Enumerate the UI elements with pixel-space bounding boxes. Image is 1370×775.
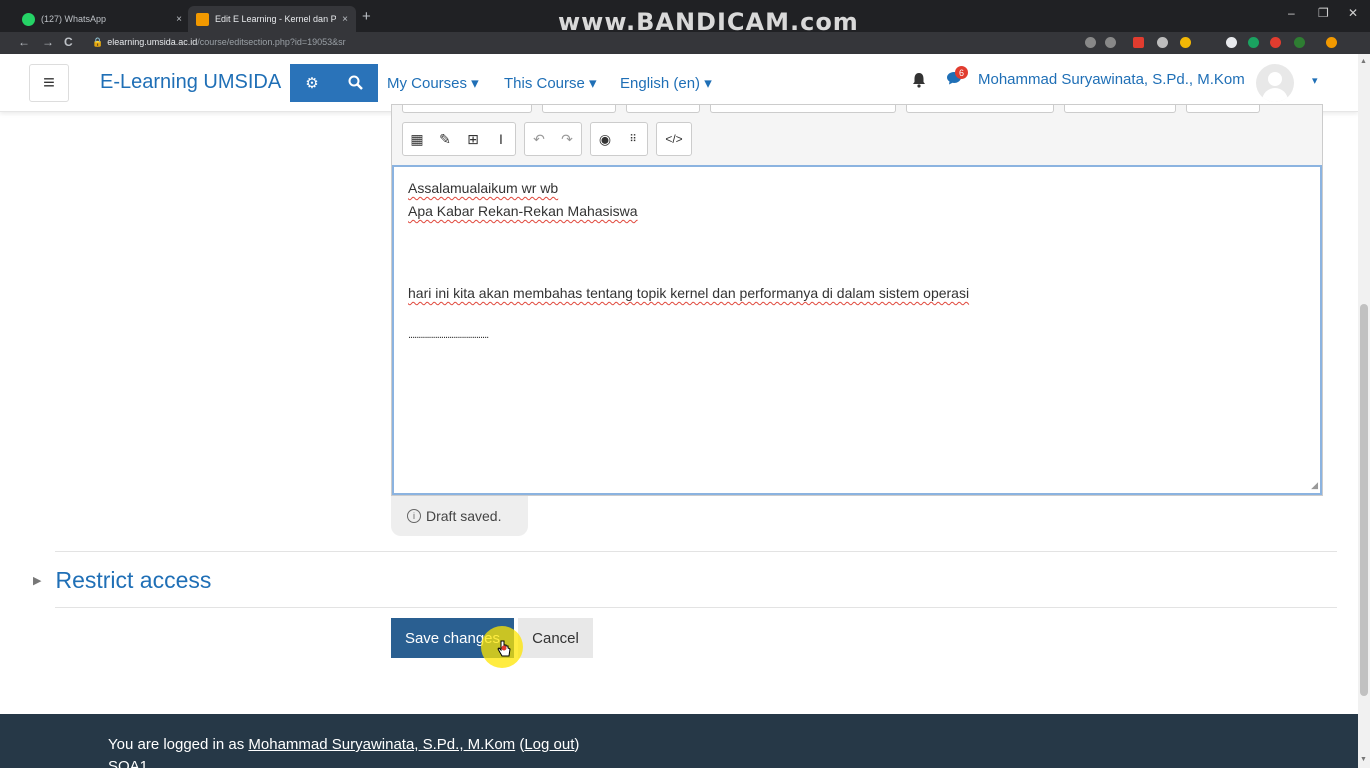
user-menu-name[interactable]: Mohammad Suryawinata, S.Pd., M.Kom <box>978 71 1245 88</box>
search-icon[interactable] <box>334 64 378 102</box>
nav-language[interactable]: English (en) ▾ <box>620 74 712 92</box>
undo-icon[interactable]: ↶ <box>525 123 553 155</box>
paren: ( <box>515 736 525 753</box>
toolbar-group: </> <box>656 122 692 156</box>
nav-my-courses[interactable]: My Courses ▾ <box>387 74 479 92</box>
notification-bell-icon[interactable] <box>912 72 926 93</box>
restrict-access-label: Restrict access <box>55 567 212 593</box>
divider <box>55 551 1337 552</box>
tab-label: Edit E Learning - Kernel dan Perfo <box>215 14 337 24</box>
text-cursor-icon[interactable]: I <box>487 123 515 155</box>
redo-icon[interactable]: ↷ <box>553 123 581 155</box>
cancel-button[interactable]: Cancel <box>518 618 593 658</box>
toolbar-row-partial <box>402 105 1260 113</box>
resize-handle-icon[interactable]: ◢ <box>1311 480 1318 491</box>
whatsapp-icon <box>22 12 35 26</box>
edit-icon[interactable]: ✎ <box>431 123 459 155</box>
footer-user-link[interactable]: Mohammad Suryawinata, S.Pd., M.Kom <box>248 736 515 753</box>
hand-cursor-icon <box>497 640 511 662</box>
nav-this-course[interactable]: This Course ▾ <box>504 74 597 92</box>
scroll-down-icon[interactable]: ▼ <box>1360 756 1367 763</box>
browser-tab-strip: (127) WhatsApp × Edit E Learning - Kerne… <box>0 0 1370 36</box>
editor-line: ....................................... <box>408 329 489 341</box>
browser-address-bar: ← → C 🔒 elearning.umsida.ac.id/course/edi… <box>0 32 1370 54</box>
moodle-icon <box>196 12 209 26</box>
toolbar-group: ◉ ⠿ <box>590 122 648 156</box>
login-info-prefix: You are logged in as <box>108 736 249 753</box>
calendar-icon[interactable]: ▦ <box>403 123 431 155</box>
editor-line: hari ini kita akan membahas tentang topi… <box>408 285 970 301</box>
url-host: elearning.umsida.ac.id <box>107 37 198 47</box>
url-field[interactable]: 🔒 elearning.umsida.ac.id/course/editsecti… <box>92 37 346 48</box>
collapse-caret-icon: ▶ <box>33 575 42 587</box>
braille-icon[interactable]: ⠿ <box>619 123 647 155</box>
user-menu-caret[interactable]: ▾ <box>1312 74 1318 87</box>
url-path: /course/editsection.php?id=19053&sr <box>197 37 346 47</box>
paren: ) <box>574 736 580 753</box>
site-brand[interactable]: E-Learning UMSIDA <box>100 71 281 94</box>
tab-close-icon[interactable]: × <box>176 14 182 25</box>
admin-gear-icon[interactable]: ⚙ <box>290 64 334 102</box>
editor-toolbar: ▦ ✎ ⊞ I ↶ ↷ ◉ ⠿ </> <box>402 122 692 156</box>
scrollbar-thumb[interactable] <box>1360 304 1368 696</box>
summary-editor-textarea[interactable]: Assalamualaikum wr wb Apa Kabar Rekan-Re… <box>392 165 1322 495</box>
extension-icon[interactable] <box>1133 37 1144 48</box>
atto-editor: ▦ ✎ ⊞ I ↶ ↷ ◉ ⠿ </> Assalamualaikum wr w… <box>391 104 1323 496</box>
extension-icon[interactable] <box>1294 37 1305 48</box>
extension-icon[interactable] <box>1270 37 1281 48</box>
table-icon[interactable]: ⊞ <box>459 123 487 155</box>
tab-close-icon[interactable]: × <box>342 14 348 25</box>
extension-icon[interactable] <box>1326 37 1337 48</box>
forward-button[interactable]: → <box>42 35 54 49</box>
extension-icon[interactable] <box>1248 37 1259 48</box>
extension-icon[interactable] <box>1180 37 1191 48</box>
bookmark-star-icon[interactable] <box>1105 37 1116 48</box>
accessibility-icon[interactable]: ◉ <box>591 123 619 155</box>
toolbar-group: ↶ ↷ <box>524 122 582 156</box>
new-tab-button[interactable]: + <box>362 8 371 25</box>
divider <box>55 607 1337 608</box>
draft-status-text: Draft saved. <box>426 508 502 524</box>
message-count-badge: 6 <box>955 66 968 79</box>
html-icon[interactable]: </> <box>657 123 691 155</box>
tab-label: (127) WhatsApp <box>41 14 107 24</box>
editor-line: Assalamualaikum wr wb <box>408 180 559 196</box>
close-window-button[interactable]: ✕ <box>1348 6 1358 20</box>
editor-line: Apa Kabar Rekan-Rekan Mahasiswa <box>408 203 638 219</box>
toolbar-group: ▦ ✎ ⊞ I <box>402 122 516 156</box>
draft-status: i Draft saved. <box>391 496 528 536</box>
scroll-up-icon[interactable]: ▲ <box>1360 58 1367 65</box>
info-icon: i <box>407 509 421 523</box>
zoom-icon[interactable] <box>1085 37 1096 48</box>
back-button[interactable]: ← <box>18 35 30 49</box>
extension-icon[interactable] <box>1157 37 1168 48</box>
login-info: You are logged in as Mohammad Suryawinat… <box>108 736 579 753</box>
tab-edit-elearning[interactable]: Edit E Learning - Kernel dan Perfo × <box>188 6 356 32</box>
avatar[interactable] <box>1256 64 1294 102</box>
extension-icon[interactable] <box>1226 37 1237 48</box>
page-footer: You are logged in as Mohammad Suryawinat… <box>0 714 1358 775</box>
restore-button[interactable]: ❐ <box>1318 6 1329 20</box>
restrict-access-toggle[interactable]: ▶ Restrict access <box>33 567 211 594</box>
minimize-button[interactable]: – <box>1288 6 1295 20</box>
logout-link[interactable]: Log out <box>524 736 574 753</box>
menu-toggle-button[interactable]: ≡ <box>29 64 69 102</box>
tab-whatsapp[interactable]: (127) WhatsApp × <box>14 6 190 32</box>
course-shortname[interactable]: SOA1 <box>108 758 148 775</box>
lock-icon: 🔒 <box>92 37 104 47</box>
reload-button[interactable]: C <box>64 35 73 49</box>
